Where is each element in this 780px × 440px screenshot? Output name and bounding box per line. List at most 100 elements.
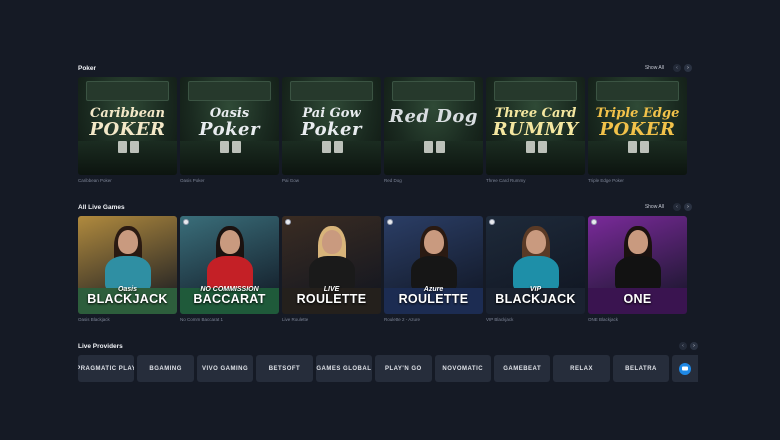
provider-tile[interactable]: BELATRA (612, 355, 670, 382)
show-all-link[interactable]: Show All (645, 204, 664, 210)
chat-icon (679, 362, 692, 375)
provider-badge-icon (285, 219, 291, 225)
game-logo-line: ROULETTE (398, 291, 469, 306)
game-card[interactable]: Oasis Poker Oasis Poker (180, 77, 279, 183)
game-thumbnail[interactable]: Azure ROULETTE (384, 216, 483, 314)
provider-tile[interactable]: GAMES GLOBAL (315, 355, 373, 382)
poker-section: Poker Show All ‹ › Caribbean POKER Caribbe… (78, 61, 692, 183)
game-logo: VIP BLACKJACK (486, 286, 585, 306)
provider-badge-icon (183, 219, 189, 225)
playing-card-icon (424, 141, 433, 153)
playing-card-icon (628, 141, 637, 153)
game-card[interactable]: Triple Edge POKER Triple Edge Poker (588, 77, 687, 183)
chat-widget-button[interactable] (672, 355, 698, 382)
playing-card-icon (640, 141, 649, 153)
provider-badge-icon (387, 219, 393, 225)
provider-tile[interactable]: NOVOMATIC (434, 355, 491, 382)
game-caption: Oasis Poker (180, 178, 205, 183)
live-games-carousel: Oasis BLACKJACK Oasis Blackjack NO COMMISSI… (78, 216, 692, 322)
section-controls: Show All ‹ › (645, 203, 692, 211)
table-felt (486, 141, 585, 175)
game-card[interactable]: Red Dog Red Dog (384, 77, 483, 183)
game-logo-line: BLACKJACK (87, 291, 168, 306)
game-caption: Pai Gow (282, 178, 300, 183)
game-card[interactable]: LIVE ROULETTE Live Roulette (282, 216, 381, 322)
playing-card-icon (538, 141, 547, 153)
game-card[interactable]: NO COMMISSION BACCARAT No Comm Baccarat 1 (180, 216, 279, 322)
table-felt (180, 141, 279, 175)
game-thumbnail[interactable]: Triple Edge POKER (588, 77, 687, 175)
table-backdrop (494, 81, 577, 101)
game-thumbnail[interactable]: ONE (588, 216, 687, 314)
game-card[interactable]: Three Card RUMMY Three Card Rummy (486, 77, 585, 183)
provider-badge-icon (489, 219, 495, 225)
game-thumbnail[interactable]: Red Dog (384, 77, 483, 175)
next-button[interactable]: › (684, 203, 692, 211)
game-logo: Triple Edge POKER (588, 107, 687, 139)
provider-logo: VIVO GAMING (201, 365, 249, 372)
game-card[interactable]: Azure ROULETTE Roulette 2 - Azure (384, 216, 483, 322)
show-all-link[interactable]: Show All (645, 65, 664, 71)
playing-card-icon (436, 141, 445, 153)
next-button[interactable]: › (684, 64, 692, 72)
dealer-face (321, 230, 342, 254)
game-caption: Live Roulette (282, 317, 309, 322)
provider-tile[interactable]: BETSOFT (256, 355, 313, 382)
game-logo: Oasis BLACKJACK (78, 286, 177, 306)
playing-card-icon (118, 141, 127, 153)
section-title: All Live Games (78, 203, 125, 211)
game-caption: Three Card Rummy (486, 178, 526, 183)
game-thumbnail[interactable]: Oasis BLACKJACK (78, 216, 177, 314)
section-controls: ‹ › (679, 342, 698, 350)
provider-tile[interactable]: VIVO GAMING (196, 355, 254, 382)
dealer-face (423, 230, 444, 254)
game-thumbnail[interactable]: Pai Gow Poker (282, 77, 381, 175)
game-caption: Roulette 2 - Azure (384, 317, 421, 322)
poker-carousel: Caribbean POKER Caribbean Poker Oasis Poker O… (78, 77, 692, 183)
prev-button[interactable]: ‹ (673, 64, 681, 72)
game-card[interactable]: Oasis BLACKJACK Oasis Blackjack (78, 216, 177, 322)
provider-logo: GAMES GLOBAL (316, 365, 372, 372)
dealer-face (525, 230, 546, 254)
game-thumbnail[interactable]: VIP BLACKJACK (486, 216, 585, 314)
table-felt (588, 141, 687, 175)
table-backdrop (188, 81, 271, 101)
provider-logo: GAMEBEAT (503, 365, 542, 372)
game-logo-line: Poker (301, 119, 362, 140)
prev-button[interactable]: ‹ (679, 342, 687, 350)
game-logo-line: ROULETTE (296, 291, 367, 306)
providers-carousel: PRAGMATIC PLAY BGAMING VIVO GAMING BETSOFT G… (78, 355, 698, 382)
provider-tile[interactable]: GAMEBEAT (493, 355, 551, 382)
provider-tile[interactable]: RELAX (553, 355, 610, 382)
dealer-face (117, 230, 138, 254)
table-backdrop (86, 81, 169, 101)
provider-tile[interactable]: PLAY'N GO (375, 355, 432, 382)
game-logo: Oasis Poker (180, 107, 279, 139)
game-thumbnail[interactable]: Oasis Poker (180, 77, 279, 175)
game-caption: Triple Edge Poker (588, 178, 624, 183)
game-thumbnail[interactable]: Caribbean POKER (78, 77, 177, 175)
game-card[interactable]: Caribbean POKER Caribbean Poker (78, 77, 177, 183)
game-caption: Red Dog (384, 178, 402, 183)
provider-tile[interactable]: BGAMING (137, 355, 194, 382)
live-games-header: All Live Games Show All ‹ › (78, 200, 692, 214)
game-thumbnail[interactable]: LIVE ROULETTE (282, 216, 381, 314)
providers-header: Live Providers ‹ › (78, 339, 698, 353)
table-backdrop (290, 81, 373, 101)
provider-badge-icon (591, 219, 597, 225)
next-button[interactable]: › (690, 342, 698, 350)
game-card[interactable]: VIP BLACKJACK VIP Blackjack (486, 216, 585, 322)
game-thumbnail[interactable]: Three Card RUMMY (486, 77, 585, 175)
game-caption: Oasis Blackjack (78, 317, 110, 322)
game-thumbnail[interactable]: NO COMMISSION BACCARAT (180, 216, 279, 314)
playing-card-icon (232, 141, 241, 153)
game-card[interactable]: Pai Gow Poker Pai Gow (282, 77, 381, 183)
game-logo: Pai Gow Poker (282, 107, 381, 139)
provider-tile[interactable]: PRAGMATIC PLAY (78, 355, 135, 382)
game-logo: LIVE ROULETTE (282, 286, 381, 306)
section-title: Poker (78, 64, 97, 72)
dealer-face (219, 230, 240, 254)
prev-button[interactable]: ‹ (673, 203, 681, 211)
game-card[interactable]: ONE ONE Blackjack (588, 216, 687, 322)
provider-logo: NOVOMATIC (442, 365, 484, 372)
